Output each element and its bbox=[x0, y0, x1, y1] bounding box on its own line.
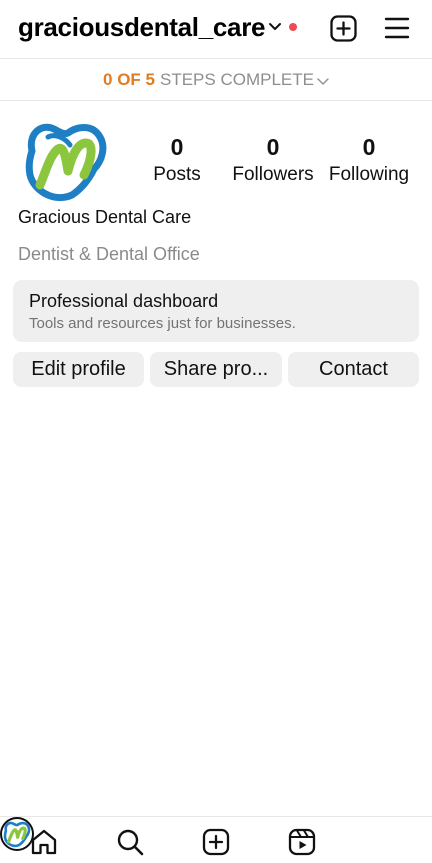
chevron-down-icon[interactable] bbox=[268, 21, 282, 33]
profile-avatar[interactable] bbox=[20, 115, 112, 207]
add-icon[interactable] bbox=[330, 15, 357, 42]
gracious-dental-logo bbox=[25, 123, 107, 201]
posts-label: Posts bbox=[153, 164, 201, 185]
chevron-down-icon bbox=[317, 77, 329, 85]
followers-label: Followers bbox=[232, 164, 314, 185]
divider bbox=[0, 100, 432, 101]
followers-count: 0 bbox=[266, 134, 280, 160]
followers-stat[interactable]: 0 Followers bbox=[228, 134, 318, 188]
contact-button[interactable]: Contact bbox=[288, 352, 419, 387]
dashboard-subtitle: Tools and resources just for businesses. bbox=[29, 315, 296, 332]
create-icon[interactable] bbox=[202, 828, 230, 856]
profile-name: Gracious Dental Care bbox=[18, 207, 192, 227]
edit-profile-button[interactable]: Edit profile bbox=[13, 352, 144, 387]
notification-dot bbox=[289, 23, 297, 31]
posts-stat[interactable]: 0 Posts bbox=[147, 134, 207, 188]
reels-icon[interactable] bbox=[288, 828, 316, 856]
dashboard-title: Professional dashboard bbox=[29, 291, 219, 311]
professional-dashboard-card[interactable]: Professional dashboard Tools and resourc… bbox=[13, 280, 419, 342]
home-icon[interactable] bbox=[30, 828, 58, 856]
top-bar: graciousdental_care bbox=[0, 0, 432, 58]
menu-icon[interactable] bbox=[384, 16, 410, 40]
following-stat[interactable]: 0 Following bbox=[326, 134, 412, 188]
steps-label: STEPS COMPLETE bbox=[159, 70, 314, 89]
profile-tab-avatar[interactable] bbox=[0, 817, 34, 851]
share-profile-button[interactable]: Share pro... bbox=[150, 352, 282, 387]
steps-count: 0 OF 5 bbox=[103, 70, 155, 89]
account-username[interactable]: graciousdental_care bbox=[18, 12, 266, 43]
gracious-dental-logo bbox=[3, 821, 31, 848]
following-count: 0 bbox=[362, 134, 376, 160]
following-label: Following bbox=[328, 164, 410, 185]
posts-count: 0 bbox=[170, 134, 184, 160]
steps-complete-banner[interactable]: 0 OF 5 STEPS COMPLETE bbox=[0, 59, 432, 101]
bottom-navigation bbox=[0, 816, 432, 863]
search-icon[interactable] bbox=[116, 828, 144, 856]
profile-category: Dentist & Dental Office bbox=[18, 244, 200, 264]
